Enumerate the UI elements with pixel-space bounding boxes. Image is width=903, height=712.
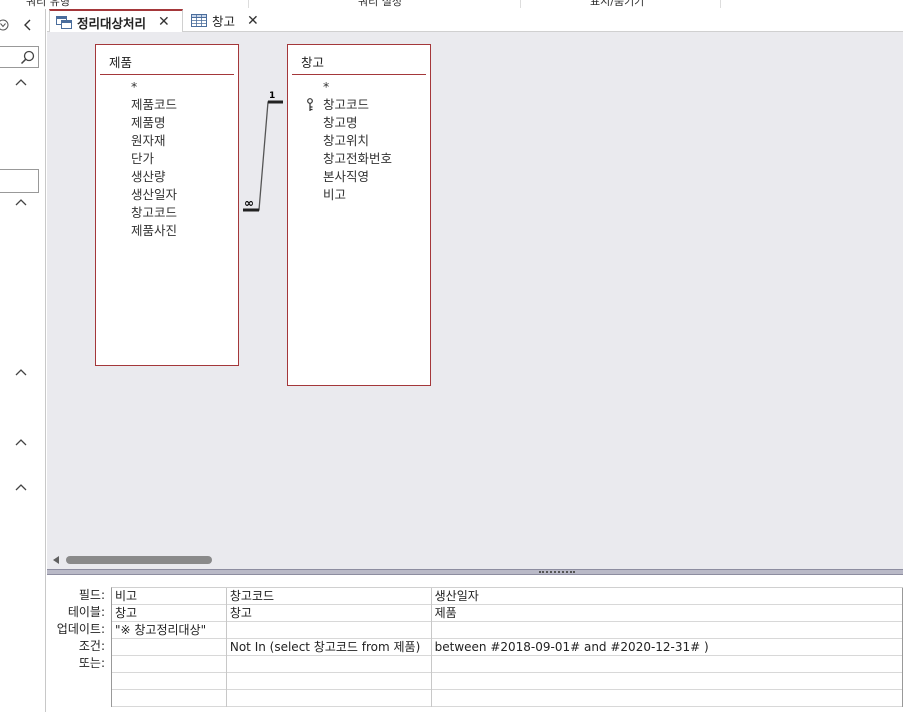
grid-cell[interactable] xyxy=(432,656,903,673)
grid-cells: 비고 창고코드 생산일자 창고 창고 제품 "※ 창고정리대상" Not In … xyxy=(111,587,903,707)
scrollbar-thumb[interactable] xyxy=(66,556,212,564)
table-icon xyxy=(191,14,207,27)
grid-cell[interactable] xyxy=(227,656,432,673)
document-tabs: 정리대상처리 ✕ 창고 ✕ xyxy=(47,9,903,33)
chevron-up-icon[interactable] xyxy=(15,197,27,207)
collapse-pane-icon[interactable] xyxy=(22,19,32,31)
grid-cell[interactable]: Not In (select 창고코드 from 제품) xyxy=(227,639,432,656)
close-icon[interactable]: ✕ xyxy=(158,14,170,30)
grid-cell[interactable]: 창고 xyxy=(227,605,432,622)
grid-row-labels: 필드: 테이블: 업데이트: 조건: 또는: xyxy=(47,587,107,672)
splitter-grip-icon[interactable] xyxy=(539,571,575,573)
relationship-line[interactable]: 1 ∞ xyxy=(47,32,903,552)
one-side-label: 1 xyxy=(269,91,275,101)
navigation-pane xyxy=(0,9,46,712)
tab-label: 창고 xyxy=(212,14,236,29)
grid-row-field: 비고 창고코드 생산일자 xyxy=(112,588,903,605)
grid-row-criteria: Not In (select 창고코드 from 제품) between #20… xyxy=(112,639,903,656)
grid-row-or xyxy=(112,656,903,673)
scroll-left-icon[interactable] xyxy=(53,556,59,564)
query-design-surface[interactable]: 제품 * 제품코드 제품명 원자재 단가 생산량 생산일자 창고코드 제품사진 … xyxy=(47,32,903,552)
row-label-field: 필드: xyxy=(78,588,105,602)
grid-row-update: "※ 창고정리대상" xyxy=(112,622,903,639)
grid-cell[interactable] xyxy=(112,639,227,656)
tab-warehouse-table[interactable]: 창고 ✕ xyxy=(185,9,270,32)
ribbon-group-query-setup: 쿼리 설정 xyxy=(358,0,402,8)
access-window: 쿼리 유형 쿼리 설정 표시/숨기기 정리대상처리 ✕ 창고 ✕ 제품 * 제품… xyxy=(0,0,903,712)
design-horizontal-scrollbar[interactable] xyxy=(47,552,903,569)
grid-row-table: 창고 창고 제품 xyxy=(112,605,903,622)
grid-cell[interactable] xyxy=(432,622,903,639)
grid-cell[interactable] xyxy=(227,673,432,690)
tab-query-design[interactable]: 정리대상처리 ✕ xyxy=(49,9,183,33)
grid-cell[interactable]: "※ 창고정리대상" xyxy=(112,622,227,639)
grid-row-empty xyxy=(112,690,903,707)
grid-cell[interactable]: 창고 xyxy=(112,605,227,622)
many-side-label: ∞ xyxy=(244,196,254,210)
chevron-up-icon[interactable] xyxy=(15,77,27,87)
chevron-up-icon[interactable] xyxy=(15,482,27,492)
grid-cell[interactable]: between #2018-09-01# and #2020-12-31# ) xyxy=(432,639,903,656)
row-label-criteria: 조건: xyxy=(78,639,105,653)
dropdown-circle-icon[interactable] xyxy=(0,19,12,31)
grid-cell[interactable] xyxy=(112,656,227,673)
grid-cell[interactable] xyxy=(112,690,227,707)
row-label-update: 업데이트: xyxy=(56,622,105,636)
ribbon-group-query-type: 쿼리 유형 xyxy=(26,0,70,8)
grid-cell[interactable] xyxy=(432,690,903,707)
search-icon[interactable] xyxy=(20,50,35,65)
query-design-grid: 필드: 테이블: 업데이트: 조건: 또는: 비고 창고코드 생산일자 창고 창… xyxy=(47,575,903,712)
nav-search-input[interactable] xyxy=(0,46,39,68)
row-label-table: 테이블: xyxy=(67,605,105,619)
ribbon-group-labels: 쿼리 유형 쿼리 설정 표시/숨기기 xyxy=(0,0,903,9)
grid-cell[interactable]: 생산일자 xyxy=(432,588,903,605)
query-icon xyxy=(56,15,72,29)
grid-cell[interactable] xyxy=(227,690,432,707)
chevron-up-icon[interactable] xyxy=(15,437,27,447)
chevron-up-icon[interactable] xyxy=(15,367,27,377)
close-icon[interactable]: ✕ xyxy=(247,13,259,29)
grid-cell[interactable] xyxy=(432,673,903,690)
grid-cell[interactable]: 창고코드 xyxy=(227,588,432,605)
grid-row-empty xyxy=(112,673,903,690)
grid-cell[interactable]: 비고 xyxy=(112,588,227,605)
grid-cell[interactable] xyxy=(112,673,227,690)
grid-cell[interactable]: 제품 xyxy=(432,605,903,622)
tab-label: 정리대상처리 xyxy=(77,15,147,31)
nav-selected-item[interactable] xyxy=(0,169,39,193)
ribbon-group-show-hide: 표시/숨기기 xyxy=(590,0,645,8)
grid-cell[interactable] xyxy=(227,622,432,639)
row-label-or: 또는: xyxy=(78,656,105,670)
